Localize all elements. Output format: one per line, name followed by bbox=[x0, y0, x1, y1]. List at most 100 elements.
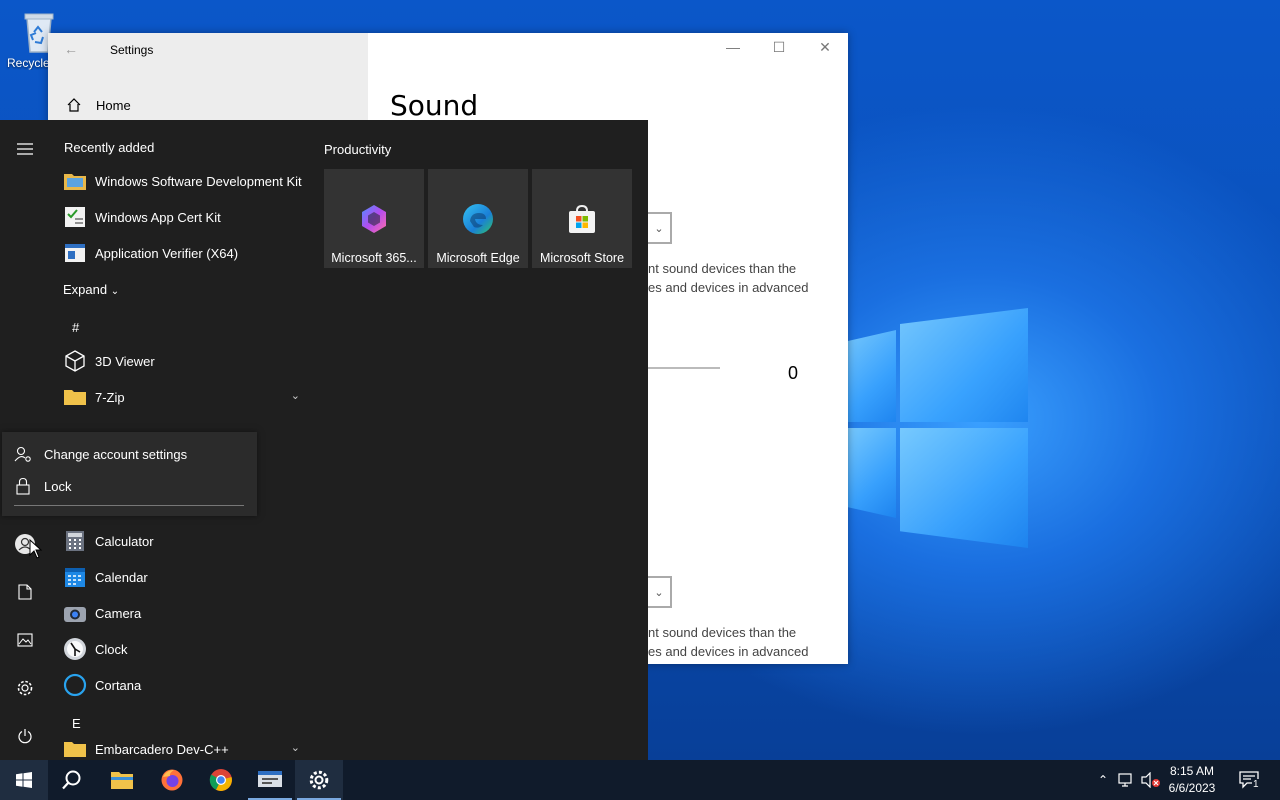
network-tray-button[interactable] bbox=[1116, 760, 1138, 800]
clock-time: 8:15 AM bbox=[1169, 764, 1215, 778]
app-label: Application Verifier (X64) bbox=[95, 245, 239, 261]
app-clock[interactable]: Clock bbox=[48, 631, 312, 667]
lock-label: Lock bbox=[44, 478, 72, 494]
pictures-button[interactable] bbox=[12, 627, 38, 653]
sdk-folder-icon bbox=[63, 169, 87, 193]
show-hidden-icons-button[interactable]: ⌃ bbox=[1093, 760, 1113, 800]
maximize-button[interactable]: ☐ bbox=[756, 39, 802, 56]
tile-label: Microsoft Edge bbox=[436, 251, 520, 265]
change-account-settings-label: Change account settings bbox=[44, 446, 188, 462]
back-arrow-icon[interactable]: ← bbox=[64, 41, 78, 57]
divider bbox=[14, 505, 244, 506]
help-line: nt sound devices than the bbox=[648, 261, 797, 276]
start-button[interactable] bbox=[0, 760, 48, 800]
page-title: Sound bbox=[390, 89, 479, 122]
taskbar-file-explorer[interactable] bbox=[98, 760, 146, 800]
window-title: Settings bbox=[110, 43, 154, 57]
recently-added-heading: Recently added bbox=[64, 140, 155, 155]
app-label: Embarcadero Dev-C++ bbox=[95, 741, 229, 757]
volume-value: 0 bbox=[788, 363, 799, 383]
help-line: nt sound devices than the bbox=[648, 625, 797, 640]
taskbar-firefox[interactable] bbox=[148, 760, 196, 800]
action-center-button[interactable]: 1 bbox=[1232, 760, 1266, 800]
app-label: Camera bbox=[95, 605, 142, 621]
chrome-icon bbox=[209, 769, 232, 791]
chevron-down-icon: ⌄ bbox=[290, 390, 300, 402]
picture-icon bbox=[17, 633, 33, 647]
app-cortana[interactable]: Cortana bbox=[48, 667, 312, 703]
clock-icon bbox=[63, 637, 87, 661]
app-calendar[interactable]: Calendar bbox=[48, 559, 312, 595]
volume-slider[interactable] bbox=[648, 367, 720, 369]
letter-header-e[interactable]: E bbox=[72, 716, 81, 731]
network-icon bbox=[1118, 773, 1132, 787]
close-button[interactable]: ✕ bbox=[802, 39, 848, 56]
hamburger-menu-button[interactable] bbox=[12, 136, 38, 162]
input-device-dropdown[interactable]: ⌄ bbox=[648, 576, 672, 608]
letter-header-hash[interactable]: # bbox=[72, 320, 79, 335]
user-settings-icon bbox=[14, 446, 31, 462]
notification-count-badge: 1 bbox=[1252, 779, 1260, 790]
hamburger-icon bbox=[17, 143, 33, 155]
tile-microsoft-edge[interactable]: Microsoft Edge bbox=[428, 169, 528, 268]
app-label: Windows App Cert Kit bbox=[95, 209, 221, 225]
output-device-dropdown[interactable]: ⌄ bbox=[648, 212, 672, 244]
app-7-zip[interactable]: 7-Zip ⌄ bbox=[48, 379, 312, 415]
app-application-verifier[interactable]: Application Verifier (X64) bbox=[48, 235, 312, 271]
app-windows-sdk[interactable]: Windows Software Development Kit bbox=[48, 163, 312, 199]
input-help-text: nt sound devices than the es and devices… bbox=[648, 623, 848, 661]
app-3d-viewer[interactable]: 3D Viewer bbox=[48, 343, 312, 379]
tile-label: Microsoft 365... bbox=[331, 251, 417, 265]
taskbar-app-verifier[interactable] bbox=[246, 760, 294, 800]
windows-start-icon bbox=[16, 772, 32, 788]
mouse-cursor-icon bbox=[29, 539, 43, 559]
power-icon bbox=[18, 729, 32, 744]
windows-logo-wallpaper bbox=[848, 308, 1028, 548]
app-label: 3D Viewer bbox=[95, 353, 155, 369]
firefox-icon bbox=[161, 769, 183, 791]
help-line: es and devices in advanced bbox=[648, 644, 809, 659]
app-window-icon bbox=[258, 771, 282, 787]
app-camera[interactable]: Camera bbox=[48, 595, 312, 631]
expand-button[interactable]: Expand ⌄ bbox=[63, 282, 119, 297]
taskbar-chrome[interactable] bbox=[197, 760, 245, 800]
tile-microsoft-store[interactable]: Microsoft Store bbox=[532, 169, 632, 268]
power-button[interactable] bbox=[12, 723, 38, 749]
lock-icon bbox=[16, 477, 30, 495]
chevron-down-icon: ⌄ bbox=[110, 286, 120, 297]
speaker-muted-icon bbox=[1141, 772, 1160, 788]
cortana-icon bbox=[63, 673, 87, 697]
store-icon bbox=[564, 201, 600, 237]
minimize-button[interactable]: — bbox=[710, 39, 756, 55]
documents-button[interactable] bbox=[12, 579, 38, 605]
app-label: Cortana bbox=[95, 677, 142, 693]
chevron-up-icon: ⌃ bbox=[1097, 773, 1109, 787]
change-account-settings-item[interactable]: Change account settings bbox=[14, 445, 187, 463]
tile-microsoft-365[interactable]: Microsoft 365... bbox=[324, 169, 424, 268]
nav-home[interactable]: Home bbox=[66, 97, 131, 113]
lock-item[interactable]: Lock bbox=[14, 477, 71, 495]
camera-icon bbox=[63, 601, 87, 625]
calendar-icon bbox=[63, 565, 87, 589]
app-calculator[interactable]: Calculator bbox=[48, 523, 312, 559]
file-explorer-icon bbox=[111, 772, 133, 789]
taskbar: ⌃ 8:15 AM 6/6/2023 1 bbox=[0, 760, 1280, 800]
cert-kit-icon bbox=[63, 205, 87, 229]
volume-tray-button[interactable] bbox=[1140, 760, 1162, 800]
chevron-down-icon: ⌄ bbox=[654, 586, 664, 599]
app-label: Clock bbox=[95, 641, 128, 657]
taskbar-clock[interactable]: 8:15 AM 6/6/2023 bbox=[1160, 763, 1224, 797]
app-label: Calendar bbox=[95, 569, 148, 585]
nav-home-label: Home bbox=[96, 97, 131, 113]
search-button[interactable] bbox=[48, 760, 96, 800]
expand-label: Expand bbox=[63, 282, 108, 297]
app-label: Windows Software Development Kit bbox=[95, 173, 302, 189]
help-line: es and devices in advanced bbox=[648, 280, 809, 295]
app-verifier-icon bbox=[63, 241, 87, 265]
app-windows-app-cert-kit[interactable]: Windows App Cert Kit bbox=[48, 199, 312, 235]
document-icon bbox=[18, 584, 32, 600]
settings-button[interactable] bbox=[12, 675, 38, 701]
home-icon bbox=[67, 98, 81, 112]
taskbar-settings[interactable] bbox=[295, 760, 343, 800]
app-label: Calculator bbox=[95, 533, 154, 549]
